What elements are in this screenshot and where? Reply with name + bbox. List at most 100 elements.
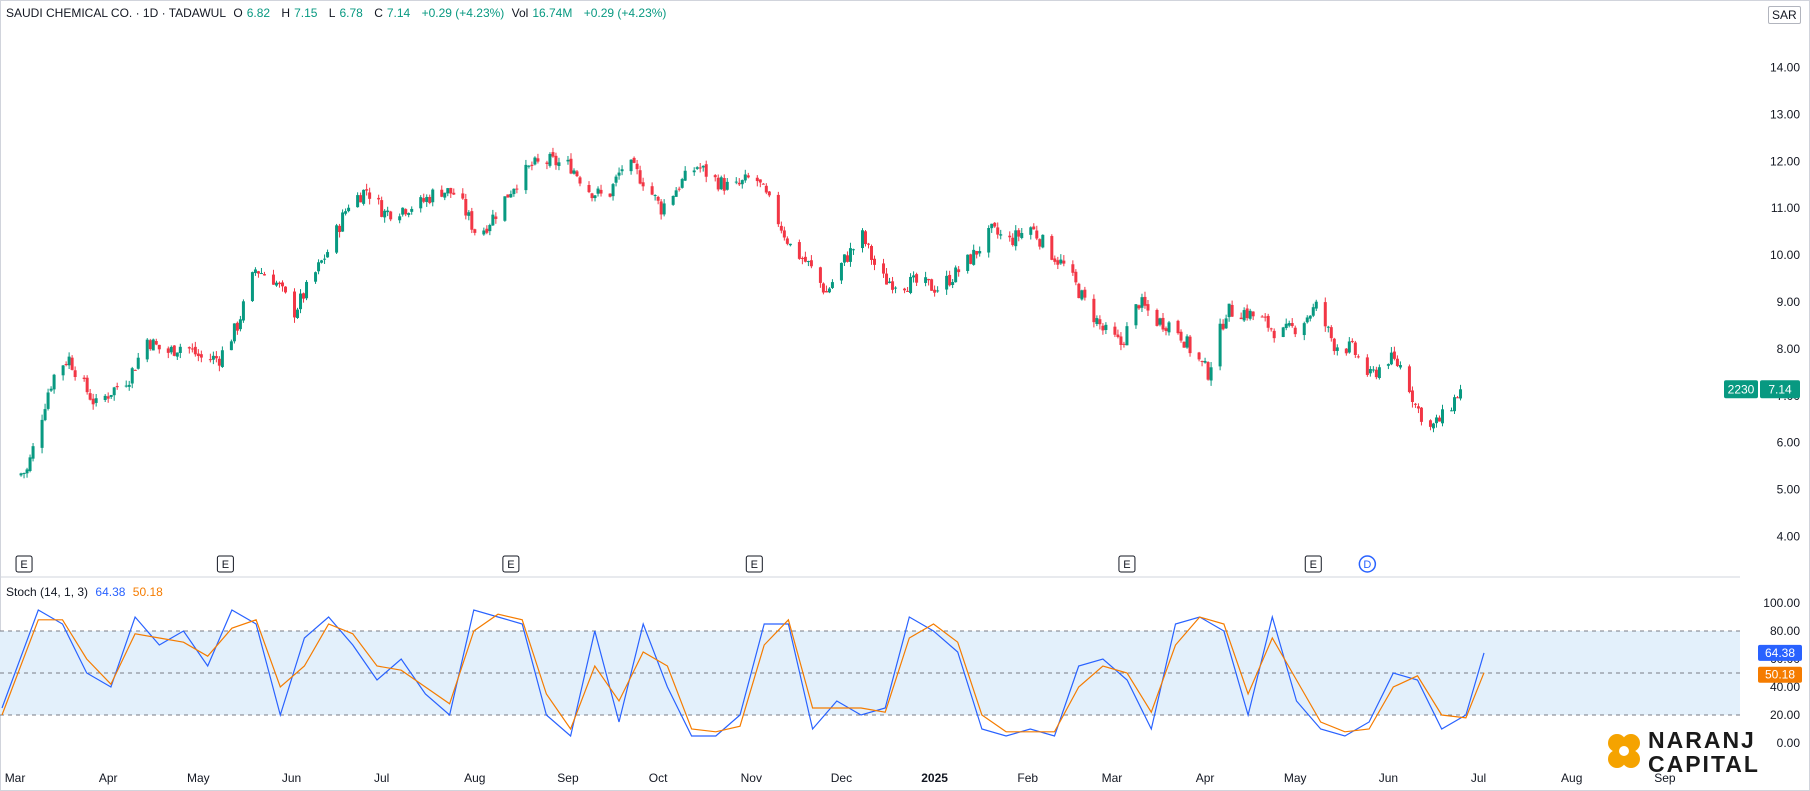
candle-up bbox=[43, 409, 47, 421]
earnings-marker-label: E bbox=[20, 559, 27, 571]
candle-up bbox=[28, 457, 32, 472]
candle-down bbox=[1143, 296, 1147, 306]
candle-up bbox=[299, 293, 303, 310]
candle-down bbox=[199, 354, 203, 358]
candle-up bbox=[1371, 369, 1375, 371]
logo-line1: NARANJ bbox=[1648, 727, 1756, 753]
candle-down bbox=[1456, 397, 1460, 399]
candle-down bbox=[677, 188, 681, 190]
candle-up bbox=[383, 210, 387, 218]
candle-down bbox=[196, 353, 200, 357]
candle-up bbox=[1368, 369, 1372, 374]
candle-down bbox=[767, 191, 771, 196]
candle-down bbox=[1035, 230, 1039, 239]
candle-up bbox=[701, 165, 705, 168]
candle-down bbox=[338, 225, 342, 233]
candle-up bbox=[49, 388, 53, 391]
candle-up bbox=[22, 472, 26, 474]
candle-up bbox=[557, 162, 561, 166]
candle-down bbox=[1113, 326, 1117, 335]
candle-down bbox=[1263, 316, 1267, 318]
candle-down bbox=[761, 183, 765, 185]
candle-up bbox=[491, 214, 495, 226]
stoch-legend[interactable]: Stoch (14, 1, 3) 64.38 50.18 bbox=[6, 585, 163, 599]
price-chart[interactable]: 14.0013.0012.0011.0010.009.008.007.006.0… bbox=[0, 0, 1810, 791]
currency-label[interactable]: SAR bbox=[1768, 6, 1801, 24]
candle-up bbox=[827, 288, 831, 293]
candle-up bbox=[335, 225, 339, 253]
naranj-capital-logo: NARANJ CAPITAL bbox=[1606, 728, 1802, 776]
candle-down bbox=[1365, 357, 1369, 375]
candle-up bbox=[356, 195, 360, 208]
candle-down bbox=[1266, 315, 1270, 328]
time-tick-label: Aug bbox=[1561, 771, 1582, 785]
candle-down bbox=[1206, 362, 1210, 380]
candle-down bbox=[758, 179, 762, 183]
candle-up bbox=[446, 188, 450, 194]
time-tick-label: Jun bbox=[1379, 771, 1398, 785]
candle-down bbox=[368, 192, 372, 199]
candle-down bbox=[262, 274, 266, 276]
candle-down bbox=[782, 230, 786, 238]
time-tick-label: Sep bbox=[557, 771, 579, 785]
candle-up bbox=[888, 281, 892, 283]
candle-down bbox=[193, 346, 197, 355]
candle-down bbox=[809, 260, 813, 267]
candle-up bbox=[112, 387, 116, 396]
candle-up bbox=[972, 249, 976, 265]
candle-down bbox=[818, 267, 822, 283]
time-tick-label: May bbox=[187, 771, 210, 785]
candle-down bbox=[1413, 403, 1417, 405]
candle-down bbox=[293, 291, 297, 318]
candle-up bbox=[830, 282, 834, 288]
candle-down bbox=[1221, 323, 1225, 330]
candle-up bbox=[692, 170, 696, 173]
candle-down bbox=[779, 225, 783, 231]
candle-up bbox=[136, 357, 140, 369]
candle-up bbox=[151, 339, 155, 351]
candle-down bbox=[575, 171, 579, 177]
candle-down bbox=[187, 347, 191, 349]
candle-up bbox=[386, 210, 390, 213]
candle-up bbox=[407, 213, 411, 215]
candle-down bbox=[722, 178, 726, 191]
candle-up bbox=[103, 395, 107, 400]
candle-up bbox=[566, 159, 570, 162]
candle-up bbox=[1041, 234, 1045, 248]
last-price-badge-label: 7.14 bbox=[1768, 382, 1792, 396]
candle-up bbox=[398, 216, 402, 221]
stoch-k-badge-label: 64.38 bbox=[1765, 646, 1795, 660]
volume-value: Vol 16.74M bbox=[511, 6, 573, 20]
candle-down bbox=[1293, 327, 1297, 335]
candle-up bbox=[1140, 297, 1144, 308]
candle-down bbox=[1017, 230, 1021, 237]
candle-up bbox=[945, 275, 949, 290]
candle-down bbox=[404, 209, 408, 215]
candle-down bbox=[536, 158, 540, 162]
candle-up bbox=[839, 262, 843, 281]
candle-up bbox=[178, 346, 182, 353]
candle-up bbox=[629, 159, 633, 172]
candle-down bbox=[1374, 369, 1378, 378]
candle-up bbox=[1134, 304, 1138, 326]
candle-up bbox=[740, 180, 744, 185]
time-tick-label: May bbox=[1284, 771, 1307, 785]
symbol-legend[interactable]: SAUDI CHEMICAL CO. · 1D · TADAWUL O 6.82 … bbox=[6, 6, 670, 20]
price-tick-label: 10.00 bbox=[1770, 248, 1800, 262]
symbol-name[interactable]: SAUDI CHEMICAL CO. · 1D · TADAWUL bbox=[6, 6, 226, 20]
candle-down bbox=[821, 283, 825, 293]
candle-up bbox=[229, 341, 233, 351]
candle-down bbox=[776, 194, 780, 225]
price-tick-label: 8.00 bbox=[1777, 342, 1801, 356]
candle-down bbox=[608, 193, 612, 197]
candle-up bbox=[1167, 322, 1171, 333]
candle-down bbox=[698, 167, 702, 169]
candle-down bbox=[993, 222, 997, 227]
candle-down bbox=[1197, 352, 1201, 360]
candle-down bbox=[365, 189, 369, 191]
time-tick-label: Apr bbox=[1196, 771, 1215, 785]
candle-up bbox=[1450, 410, 1454, 412]
candle-down bbox=[704, 164, 708, 177]
candle-up bbox=[362, 189, 366, 204]
candle-up bbox=[1227, 303, 1231, 318]
